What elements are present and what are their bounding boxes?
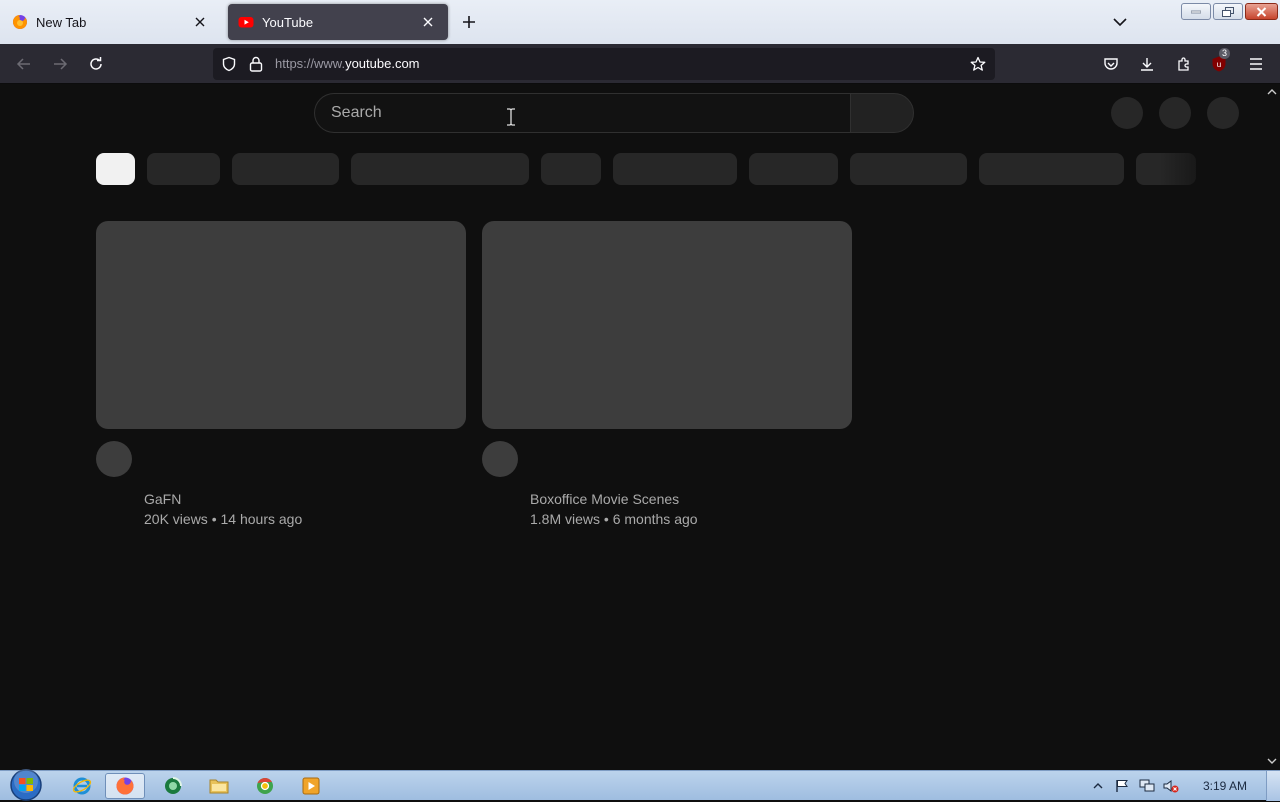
channel-name[interactable]: Boxoffice Movie Scenes — [530, 491, 679, 507]
channel-avatar-placeholder[interactable] — [482, 441, 518, 477]
ublock-button[interactable]: u 3 — [1207, 48, 1231, 76]
minimize-button[interactable] — [1181, 3, 1211, 20]
search-button[interactable] — [850, 93, 914, 133]
upload-age: 14 hours ago — [220, 511, 303, 527]
filter-chip[interactable] — [850, 153, 967, 185]
close-window-button[interactable] — [1245, 3, 1278, 20]
reload-icon — [90, 57, 102, 70]
search-input[interactable]: Search — [314, 93, 851, 133]
internet-explorer-icon — [72, 777, 92, 795]
app-menu-button[interactable] — [1244, 52, 1268, 76]
volume-button[interactable] — [1163, 778, 1179, 794]
channel-name[interactable]: GaFN — [144, 491, 181, 507]
svg-text:u: u — [1217, 60, 1221, 69]
upload-age: 6 months ago — [612, 511, 698, 527]
forward-icon — [54, 58, 68, 70]
address-bar[interactable]: https://www.youtube.com — [213, 48, 995, 80]
new-tab-button[interactable] — [457, 10, 481, 34]
chevron-down-icon — [1113, 18, 1127, 27]
reload-button[interactable] — [84, 52, 108, 76]
filter-chip[interactable] — [749, 153, 838, 185]
video-meta: 20K views • 14 hours ago — [144, 511, 303, 527]
download-icon — [1141, 58, 1153, 71]
taskbar-media-player[interactable] — [291, 773, 331, 799]
avatar-placeholder[interactable] — [1207, 97, 1239, 129]
tab-strip: New Tab YouTube — [0, 0, 1280, 44]
back-icon — [16, 58, 30, 70]
star-icon[interactable] — [970, 56, 986, 72]
menu-icon — [1250, 58, 1262, 70]
text-cursor-icon — [507, 108, 515, 126]
network-button[interactable] — [1139, 778, 1155, 794]
filter-chip[interactable] — [613, 153, 737, 185]
channel-avatar-placeholder[interactable] — [96, 441, 132, 477]
extensions-icon — [1178, 57, 1189, 71]
header-icon-placeholder[interactable] — [1111, 97, 1143, 129]
filter-chip[interactable] — [147, 153, 220, 185]
action-center-button[interactable] — [1114, 778, 1130, 794]
filter-chip[interactable] — [541, 153, 601, 185]
filter-chip[interactable] — [351, 153, 529, 185]
scroll-up-icon[interactable] — [1266, 86, 1278, 98]
url-host: youtube.com — [345, 56, 420, 71]
close-tab-icon[interactable] — [190, 12, 210, 32]
extensions-button[interactable] — [1172, 52, 1196, 76]
scroll-down-icon[interactable] — [1266, 755, 1278, 767]
windows-taskbar: 3:19 AM — [0, 768, 1280, 802]
pocket-icon — [1104, 58, 1118, 70]
chip-bar-fade — [1160, 150, 1220, 190]
downloads-button[interactable] — [1135, 52, 1159, 76]
lock-icon[interactable] — [249, 56, 263, 72]
view-count: 20K views — [144, 511, 208, 527]
tab-youtube[interactable]: YouTube — [228, 4, 448, 40]
close-tab-icon[interactable] — [418, 12, 438, 32]
show-hidden-icons-button[interactable] — [1090, 778, 1106, 794]
filter-chip[interactable] — [979, 153, 1124, 185]
tab-title: New Tab — [36, 14, 87, 30]
plus-icon — [463, 16, 475, 28]
list-all-tabs-button[interactable] — [1108, 10, 1132, 34]
tab-new-tab[interactable]: New Tab — [2, 4, 220, 40]
media-player-icon — [302, 777, 320, 795]
video-thumbnail-placeholder[interactable] — [482, 221, 852, 429]
firefox-icon — [116, 777, 134, 795]
pocket-button[interactable] — [1099, 52, 1123, 76]
navigation-toolbar: https://www.youtube.com u 3 — [0, 44, 1280, 84]
restore-button[interactable] — [1213, 3, 1243, 20]
start-button[interactable] — [7, 768, 45, 802]
shield-icon[interactable] — [221, 56, 237, 72]
flag-icon — [1116, 780, 1128, 792]
taskbar-internet-explorer[interactable] — [62, 773, 102, 799]
video-meta: 1.8M views • 6 months ago — [530, 511, 698, 527]
filter-chip[interactable] — [96, 153, 135, 185]
ublock-badge: 3 — [1219, 48, 1231, 59]
forward-button[interactable] — [48, 52, 72, 76]
taskbar-file-explorer[interactable] — [199, 773, 239, 799]
restore-icon — [1222, 6, 1234, 17]
taskbar-chrome[interactable] — [245, 773, 285, 799]
taskbar-media-center[interactable] — [153, 773, 193, 799]
back-button[interactable] — [12, 52, 36, 76]
minimize-icon — [1191, 10, 1201, 13]
youtube-icon — [238, 17, 254, 28]
taskbar-clock[interactable]: 3:19 AM — [1203, 779, 1247, 793]
filter-chip[interactable] — [232, 153, 339, 185]
header-icon-placeholder[interactable] — [1159, 97, 1191, 129]
tab-title: YouTube — [262, 14, 314, 30]
url-prefix: https://www. — [275, 56, 346, 71]
show-desktop-button[interactable] — [1266, 771, 1280, 801]
chrome-icon — [257, 777, 273, 794]
url-text[interactable]: https://www.youtube.com — [275, 56, 420, 71]
firefox-icon — [13, 15, 27, 29]
taskbar-firefox[interactable] — [105, 773, 145, 799]
video-thumbnail-placeholder[interactable] — [96, 221, 466, 429]
volume-muted-icon — [1163, 780, 1179, 793]
close-icon — [1256, 6, 1267, 17]
youtube-page: Search GaFN 20K views • 14 hours ago Box… — [0, 84, 1280, 770]
file-explorer-icon — [209, 779, 229, 794]
media-center-icon — [165, 777, 182, 794]
network-icon — [1139, 779, 1155, 792]
view-count: 1.8M views — [530, 511, 601, 527]
show-hidden-icon — [1093, 783, 1103, 789]
